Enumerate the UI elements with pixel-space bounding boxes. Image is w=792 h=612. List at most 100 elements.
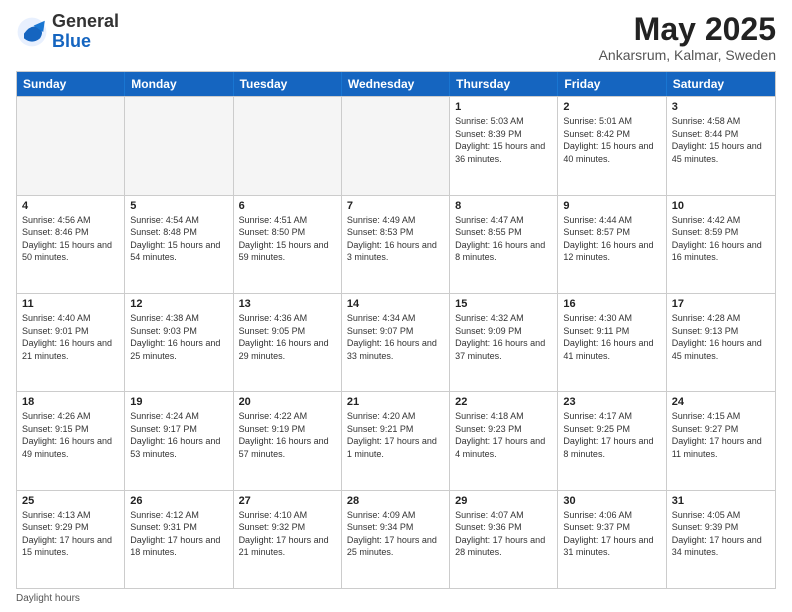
cell-info: Sunrise: 4:42 AM Sunset: 8:59 PM Dayligh… [672, 214, 770, 264]
cell-date: 5 [130, 200, 227, 212]
cell-info: Sunrise: 4:44 AM Sunset: 8:57 PM Dayligh… [563, 214, 660, 264]
day-header-tuesday: Tuesday [234, 72, 342, 96]
calendar-cell: 2 Sunrise: 5:01 AM Sunset: 8:42 PM Daylig… [558, 97, 666, 194]
calendar-cell: 29 Sunrise: 4:07 AM Sunset: 9:36 PM Dayli… [450, 491, 558, 588]
logo-text: General Blue [52, 12, 119, 52]
calendar-cell: 28Sunrise: 4:09 AM Sunset: 9:34 PM Dayli… [342, 491, 450, 588]
cell-date: 18 [22, 396, 119, 408]
cell-date: 24 [672, 396, 770, 408]
header: General Blue May 2025 Ankarsrum, Kalmar,… [16, 12, 776, 63]
cell-date: 17 [672, 298, 770, 310]
cell-date: 14 [347, 298, 444, 310]
cell-date: 2 [563, 101, 660, 113]
cell-info: Sunrise: 5:01 AM Sunset: 8:42 PM Dayligh… [563, 115, 660, 165]
cell-date: 8 [455, 200, 552, 212]
calendar-cell: 16Sunrise: 4:30 AM Sunset: 9:11 PM Dayli… [558, 294, 666, 391]
cell-info: Sunrise: 4:10 AM Sunset: 9:32 PM Dayligh… [239, 509, 336, 559]
day-header-thursday: Thursday [450, 72, 558, 96]
cell-info: Sunrise: 4:58 AM Sunset: 8:44 PM Dayligh… [672, 115, 770, 165]
cell-date: 21 [347, 396, 444, 408]
cell-date: 4 [22, 200, 119, 212]
calendar-week-3: 11Sunrise: 4:40 AM Sunset: 9:01 PM Dayli… [17, 293, 775, 391]
calendar-week-2: 4Sunrise: 4:56 AM Sunset: 8:46 PM Daylig… [17, 195, 775, 293]
cell-date: 29 [455, 495, 552, 507]
calendar-cell: 30Sunrise: 4:06 AM Sunset: 9:37 PM Dayli… [558, 491, 666, 588]
calendar-cell: 21Sunrise: 4:20 AM Sunset: 9:21 PM Dayli… [342, 392, 450, 489]
calendar-cell: 4Sunrise: 4:56 AM Sunset: 8:46 PM Daylig… [17, 196, 125, 293]
cell-date: 28 [347, 495, 444, 507]
calendar-cell: 24 Sunrise: 4:15 AM Sunset: 9:27 PM Dayli… [667, 392, 775, 489]
cell-info: Sunrise: 4:05 AM Sunset: 9:39 PM Dayligh… [672, 509, 770, 559]
day-header-sunday: Sunday [17, 72, 125, 96]
cell-info: Sunrise: 4:34 AM Sunset: 9:07 PM Dayligh… [347, 312, 444, 362]
cell-info: Sunrise: 4:15 AM Sunset: 9:27 PM Dayligh… [672, 410, 770, 460]
day-headers: SundayMondayTuesdayWednesdayThursdayFrid… [17, 72, 775, 96]
cell-info: Sunrise: 4:24 AM Sunset: 9:17 PM Dayligh… [130, 410, 227, 460]
calendar-cell: 23 Sunrise: 4:17 AM Sunset: 9:25 PM Dayli… [558, 392, 666, 489]
cell-date: 10 [672, 200, 770, 212]
cell-date: 3 [672, 101, 770, 113]
page: General Blue May 2025 Ankarsrum, Kalmar,… [0, 0, 792, 612]
calendar-cell: 12Sunrise: 4:38 AM Sunset: 9:03 PM Dayli… [125, 294, 233, 391]
cell-date: 22 [455, 396, 552, 408]
cell-date: 16 [563, 298, 660, 310]
logo-blue-text: Blue [52, 32, 119, 52]
calendar-cell: 19 Sunrise: 4:24 AM Sunset: 9:17 PM Dayli… [125, 392, 233, 489]
calendar-cell: 31 Sunrise: 4:05 AM Sunset: 9:39 PM Dayli… [667, 491, 775, 588]
cell-info: Sunrise: 4:13 AM Sunset: 9:29 PM Dayligh… [22, 509, 119, 559]
cell-date: 30 [563, 495, 660, 507]
cell-info: Sunrise: 4:32 AM Sunset: 9:09 PM Dayligh… [455, 312, 552, 362]
cell-info: Sunrise: 4:17 AM Sunset: 9:25 PM Dayligh… [563, 410, 660, 460]
calendar-cell: 22Sunrise: 4:18 AM Sunset: 9:23 PM Dayli… [450, 392, 558, 489]
calendar-cell: 15 Sunrise: 4:32 AM Sunset: 9:09 PM Dayli… [450, 294, 558, 391]
calendar-cell: 17 Sunrise: 4:28 AM Sunset: 9:13 PM Dayli… [667, 294, 775, 391]
calendar-cell: 9 Sunrise: 4:44 AM Sunset: 8:57 PM Daylig… [558, 196, 666, 293]
day-header-saturday: Saturday [667, 72, 775, 96]
calendar-cell: 20Sunrise: 4:22 AM Sunset: 9:19 PM Dayli… [234, 392, 342, 489]
cell-info: Sunrise: 4:38 AM Sunset: 9:03 PM Dayligh… [130, 312, 227, 362]
cell-date: 11 [22, 298, 119, 310]
calendar-cell: 27 Sunrise: 4:10 AM Sunset: 9:32 PM Dayli… [234, 491, 342, 588]
cell-date: 9 [563, 200, 660, 212]
cell-info: Sunrise: 4:26 AM Sunset: 9:15 PM Dayligh… [22, 410, 119, 460]
calendar-week-5: 25 Sunrise: 4:13 AM Sunset: 9:29 PM Dayli… [17, 490, 775, 588]
calendar-cell [234, 97, 342, 194]
cell-info: Sunrise: 4:49 AM Sunset: 8:53 PM Dayligh… [347, 214, 444, 264]
location: Ankarsrum, Kalmar, Sweden [599, 47, 776, 63]
cell-info: Sunrise: 4:51 AM Sunset: 8:50 PM Dayligh… [239, 214, 336, 264]
cell-info: Sunrise: 4:36 AM Sunset: 9:05 PM Dayligh… [239, 312, 336, 362]
day-header-monday: Monday [125, 72, 233, 96]
logo-general-text: General [52, 12, 119, 32]
cell-date: 27 [239, 495, 336, 507]
cell-info: Sunrise: 4:07 AM Sunset: 9:36 PM Dayligh… [455, 509, 552, 559]
cell-date: 6 [239, 200, 336, 212]
cell-info: Sunrise: 4:12 AM Sunset: 9:31 PM Dayligh… [130, 509, 227, 559]
calendar-body: 1Sunrise: 5:03 AM Sunset: 8:39 PM Daylig… [17, 96, 775, 588]
calendar-cell: 18 Sunrise: 4:26 AM Sunset: 9:15 PM Dayli… [17, 392, 125, 489]
calendar-cell [17, 97, 125, 194]
cell-date: 20 [239, 396, 336, 408]
title-block: May 2025 Ankarsrum, Kalmar, Sweden [599, 12, 776, 63]
cell-date: 15 [455, 298, 552, 310]
day-header-friday: Friday [558, 72, 666, 96]
cell-date: 25 [22, 495, 119, 507]
logo-icon [16, 16, 48, 48]
calendar-cell [125, 97, 233, 194]
calendar-cell: 26 Sunrise: 4:12 AM Sunset: 9:31 PM Dayli… [125, 491, 233, 588]
calendar-cell: 5Sunrise: 4:54 AM Sunset: 8:48 PM Daylig… [125, 196, 233, 293]
calendar-cell: 13 Sunrise: 4:36 AM Sunset: 9:05 PM Dayli… [234, 294, 342, 391]
cell-date: 26 [130, 495, 227, 507]
calendar-cell: 14 Sunrise: 4:34 AM Sunset: 9:07 PM Dayli… [342, 294, 450, 391]
cell-date: 23 [563, 396, 660, 408]
calendar-cell: 11Sunrise: 4:40 AM Sunset: 9:01 PM Dayli… [17, 294, 125, 391]
month-title: May 2025 [599, 12, 776, 47]
cell-date: 19 [130, 396, 227, 408]
calendar-cell: 6 Sunrise: 4:51 AM Sunset: 8:50 PM Daylig… [234, 196, 342, 293]
calendar-cell: 8Sunrise: 4:47 AM Sunset: 8:55 PM Daylig… [450, 196, 558, 293]
day-header-wednesday: Wednesday [342, 72, 450, 96]
calendar-week-1: 1Sunrise: 5:03 AM Sunset: 8:39 PM Daylig… [17, 96, 775, 194]
cell-info: Sunrise: 4:28 AM Sunset: 9:13 PM Dayligh… [672, 312, 770, 362]
cell-date: 13 [239, 298, 336, 310]
calendar-cell: 10 Sunrise: 4:42 AM Sunset: 8:59 PM Dayli… [667, 196, 775, 293]
cell-date: 31 [672, 495, 770, 507]
